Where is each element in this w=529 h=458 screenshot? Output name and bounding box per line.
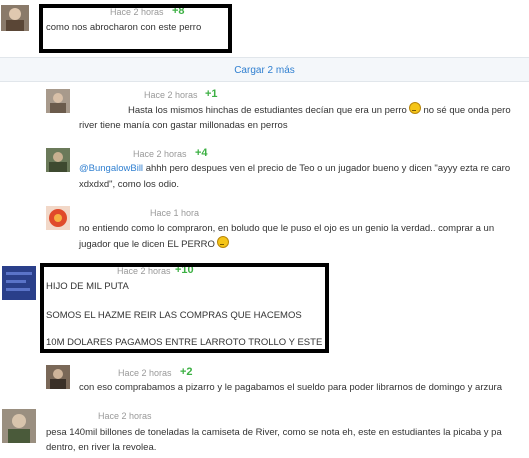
comment-time: Hace 2 horas: [144, 90, 198, 100]
highlight-box: [40, 263, 329, 353]
avatar[interactable]: [1, 5, 29, 31]
comment-text-part: Hasta los mismos hinchas de estudiantes …: [128, 105, 407, 116]
comment-text-part: jugador que le dicen EL PERRO: [79, 239, 215, 250]
comment-text: pesa 140mil billones de toneladas la cam…: [46, 427, 502, 438]
comment-text-part: no sé que onda pero: [423, 105, 511, 116]
comment-time: Hace 2 horas: [133, 149, 187, 159]
avatar[interactable]: [46, 206, 74, 232]
load-more-bar: Cargar 2 más: [0, 57, 529, 82]
comment-text-part: ahhh pero despues ven el precio de Teo o…: [145, 163, 511, 174]
avatar[interactable]: [46, 365, 74, 391]
comment-text: con eso comprabamos a pizarro y le pagab…: [79, 382, 502, 393]
sad-face-emoji-icon: [216, 236, 229, 248]
comment-time: Hace 2 horas: [118, 368, 172, 378]
highlight-box: [39, 4, 232, 53]
comment-time: Hace 2 horas: [98, 411, 152, 421]
load-more-link[interactable]: Cargar 2 más: [234, 65, 295, 76]
vote-count: +2: [180, 366, 193, 378]
sad-face-emoji-icon: [408, 102, 421, 114]
vote-count: +4: [195, 147, 208, 159]
comment-text: no entiendo como lo compraron, en boludo…: [79, 223, 495, 234]
avatar[interactable]: [2, 266, 36, 300]
avatar[interactable]: [46, 89, 74, 115]
avatar[interactable]: [2, 409, 36, 443]
comment-text: xdxdxd", como los odio.: [79, 179, 180, 190]
user-mention-link[interactable]: @BungalowBill: [79, 163, 143, 174]
comment-text: jugador que le dicen EL PERRO: [79, 236, 229, 253]
avatar[interactable]: [46, 148, 74, 174]
comment-text: Hasta los mismos hinchas de estudiantes …: [128, 102, 511, 119]
vote-count: +1: [205, 88, 218, 100]
comment-text: @BungalowBill ahhh pero despues ven el p…: [79, 161, 510, 177]
comment-text: dentro, en river la revolea.: [46, 442, 157, 453]
comment-text: river tiene manía con gastar millonadas …: [79, 120, 288, 131]
comment-time: Hace 1 hora: [150, 208, 200, 218]
